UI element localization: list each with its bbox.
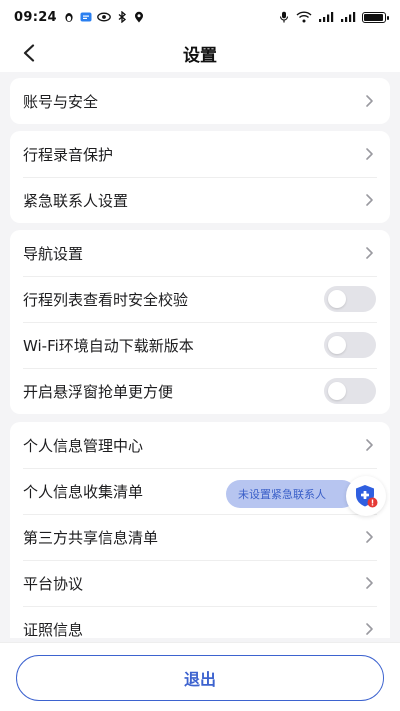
row-label: 个人信息收集清单 bbox=[23, 482, 144, 501]
location-icon bbox=[134, 11, 143, 23]
toggle-knob bbox=[328, 382, 346, 400]
trip-list-security-toggle[interactable] bbox=[324, 286, 376, 312]
chevron-right-icon bbox=[366, 577, 373, 589]
row-label: 开启悬浮窗抢单更方便 bbox=[23, 382, 174, 401]
chevron-right-icon bbox=[366, 623, 373, 635]
message-icon bbox=[80, 12, 92, 22]
signal-icon bbox=[319, 12, 334, 22]
chevron-right-icon bbox=[366, 439, 373, 451]
toggle-knob bbox=[328, 290, 346, 308]
row-trip-list-security: 行程列表查看时安全校验 bbox=[10, 276, 390, 322]
row-label: 紧急联系人设置 bbox=[23, 191, 129, 210]
penguin-icon bbox=[65, 13, 73, 22]
row-account-security[interactable]: 账号与安全 bbox=[10, 78, 390, 124]
row-label: 个人信息管理中心 bbox=[23, 436, 144, 455]
bluetooth-icon bbox=[118, 11, 126, 23]
battery-icon bbox=[362, 11, 389, 23]
row-emergency-contact[interactable]: 紧急联系人设置 bbox=[10, 177, 390, 223]
chevron-right-icon bbox=[366, 531, 373, 543]
row-label: 证照信息 bbox=[23, 620, 84, 639]
nav-header: 设置 bbox=[0, 34, 400, 72]
chevron-right-icon bbox=[366, 148, 373, 160]
row-third-party-sharing[interactable]: 第三方共享信息清单 bbox=[10, 514, 390, 560]
row-platform-agreement[interactable]: 平台协议 bbox=[10, 560, 390, 606]
shield-icon bbox=[356, 485, 378, 508]
eye-icon bbox=[97, 12, 111, 22]
settings-list[interactable]: 账号与安全 行程录音保护 紧急联系人设置 导航设置 行程列表查看时安全校验 Wi… bbox=[0, 72, 400, 638]
wifi-auto-download-toggle[interactable] bbox=[324, 332, 376, 358]
row-trip-recording[interactable]: 行程录音保护 bbox=[10, 131, 390, 177]
toggle-knob bbox=[328, 336, 346, 354]
section-info: 个人信息管理中心 个人信息收集清单 第三方共享信息清单 平台协议 证照信息 bbox=[10, 422, 390, 638]
row-label: 账号与安全 bbox=[23, 92, 99, 111]
wifi-icon bbox=[296, 11, 312, 23]
row-label: 第三方共享信息清单 bbox=[23, 528, 159, 547]
row-label: 行程列表查看时安全校验 bbox=[23, 290, 189, 309]
safety-shield-button[interactable] bbox=[346, 476, 386, 516]
row-personal-info-center[interactable]: 个人信息管理中心 bbox=[10, 422, 390, 468]
status-bar: 09:24 bbox=[0, 0, 400, 34]
chevron-left-icon bbox=[23, 44, 35, 62]
bottom-bar: 退出 bbox=[0, 642, 400, 711]
row-label: Wi-Fi环境自动下载新版本 bbox=[23, 336, 194, 355]
row-floating-window: 开启悬浮窗抢单更方便 bbox=[10, 368, 390, 414]
mic-icon bbox=[279, 11, 289, 23]
row-wifi-auto-download: Wi-Fi环境自动下载新版本 bbox=[10, 322, 390, 368]
back-button[interactable] bbox=[16, 40, 42, 66]
emergency-tip-text: 未设置紧急联系人 bbox=[238, 488, 326, 501]
status-time: 09:24 bbox=[14, 9, 57, 25]
section-settings: 导航设置 行程列表查看时安全校验 Wi-Fi环境自动下载新版本 开启悬浮窗抢单更… bbox=[10, 230, 390, 414]
emergency-contact-tip[interactable]: 未设置紧急联系人 bbox=[226, 480, 356, 508]
signal-icon bbox=[341, 12, 356, 22]
row-license-info[interactable]: 证照信息 bbox=[10, 606, 390, 638]
section-account: 账号与安全 bbox=[10, 78, 390, 124]
logout-label: 退出 bbox=[183, 670, 216, 689]
page-title: 设置 bbox=[183, 45, 217, 66]
section-trip: 行程录音保护 紧急联系人设置 bbox=[10, 131, 390, 223]
logout-button[interactable]: 退出 bbox=[16, 655, 384, 701]
row-label: 平台协议 bbox=[23, 574, 84, 593]
row-label: 导航设置 bbox=[23, 244, 84, 263]
chevron-right-icon bbox=[366, 247, 373, 259]
row-label: 行程录音保护 bbox=[23, 145, 114, 164]
floating-window-toggle[interactable] bbox=[324, 378, 376, 404]
chevron-right-icon bbox=[366, 194, 373, 206]
row-navigation-settings[interactable]: 导航设置 bbox=[10, 230, 390, 276]
chevron-right-icon bbox=[366, 95, 373, 107]
